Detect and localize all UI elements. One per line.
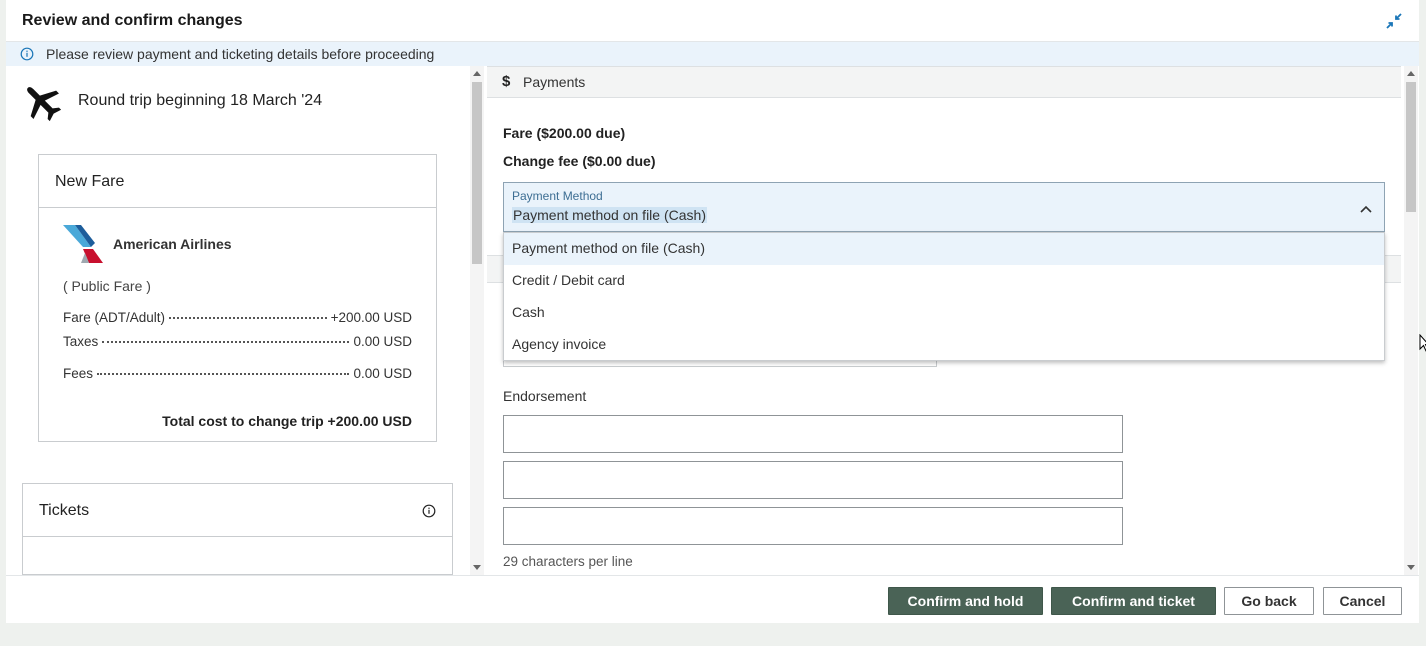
fare-row-fees: Fees 0.00 USD <box>63 366 412 381</box>
trip-title: Round trip beginning 18 March '24 <box>78 92 323 109</box>
dialog-title: Review and confirm changes <box>22 12 243 29</box>
endorsement-line-2[interactable] <box>503 461 1123 499</box>
fare-row-taxes: Taxes 0.00 USD <box>63 334 412 349</box>
confirm-and-hold-button[interactable]: Confirm and hold <box>888 587 1043 615</box>
scrollbar-thumb[interactable] <box>1406 82 1416 212</box>
fare-row-amount: 0.00 USD <box>353 334 412 349</box>
info-icon <box>20 47 34 61</box>
scroll-down-arrow-icon[interactable] <box>1407 565 1415 570</box>
payment-option-on-file[interactable]: Payment method on file (Cash) <box>504 233 1384 265</box>
scroll-up-arrow-icon[interactable] <box>1407 71 1415 76</box>
leader-dots <box>97 373 350 375</box>
total-cost: Total cost to change trip +200.00 USD <box>162 413 412 429</box>
dollar-icon: $ <box>502 73 511 90</box>
tickets-heading: Tickets <box>23 484 452 537</box>
tickets-card: Tickets <box>22 483 453 575</box>
right-scrollbar[interactable] <box>1404 66 1418 575</box>
payments-header: $ Payments <box>487 66 1401 98</box>
payment-method-menu: Payment method on file (Cash) Credit / D… <box>503 232 1385 361</box>
payment-method-label: Payment Method <box>512 189 603 203</box>
american-airlines-logo-icon <box>63 225 103 263</box>
fare-row-label: Fare (ADT/Adult) <box>63 310 166 325</box>
endorsement-line-1[interactable] <box>503 415 1123 453</box>
tickets-heading-label: Tickets <box>39 502 90 519</box>
dialog-header: Review and confirm changes <box>6 0 1419 42</box>
change-fee-due: Change fee ($0.00 due) <box>503 153 656 169</box>
dialog-footer: Confirm and hold Confirm and ticket Go b… <box>6 575 1419 623</box>
fare-due: Fare ($200.00 due) <box>503 125 626 141</box>
chevron-up-icon[interactable] <box>1360 205 1372 213</box>
payment-option-cash[interactable]: Cash <box>504 297 1384 329</box>
leader-dots <box>169 317 327 319</box>
new-fare-heading: New Fare <box>39 155 436 208</box>
new-fare-card: New Fare American Airlines ( Public Fare… <box>38 154 437 442</box>
leader-dots <box>102 341 350 343</box>
mouse-cursor-icon <box>1419 334 1426 352</box>
scroll-down-arrow-icon[interactable] <box>473 565 481 570</box>
airline-name: American Airlines <box>113 236 232 252</box>
collapse-icon[interactable] <box>1385 12 1403 30</box>
scrollbar-thumb[interactable] <box>472 82 482 264</box>
cancel-button[interactable]: Cancel <box>1323 587 1402 615</box>
go-back-button[interactable]: Go back <box>1224 587 1314 615</box>
fare-row-amount: 0.00 USD <box>353 366 412 381</box>
fare-row-label: Taxes <box>63 334 99 349</box>
payment-method-value: Payment method on file (Cash) <box>512 207 707 223</box>
trip-summary-panel: Round trip beginning 18 March '24 New Fa… <box>6 66 488 575</box>
endorsement-line-3[interactable] <box>503 507 1123 545</box>
info-bar: Please review payment and ticketing deta… <box>6 42 1419 66</box>
payment-option-card[interactable]: Credit / Debit card <box>504 265 1384 297</box>
fare-row-label: Fees <box>63 366 94 381</box>
fare-row-amount: +200.00 USD <box>330 310 412 325</box>
airplane-icon <box>27 87 62 122</box>
payments-title: Payments <box>523 74 586 90</box>
endorsement-hint: 29 characters per line <box>503 554 633 569</box>
scroll-up-arrow-icon[interactable] <box>473 71 481 76</box>
info-message: Please review payment and ticketing deta… <box>46 46 435 62</box>
fare-type: ( Public Fare ) <box>63 278 151 294</box>
info-icon[interactable] <box>422 504 436 518</box>
fare-row-fare: Fare (ADT/Adult) +200.00 USD <box>63 310 412 325</box>
endorsement-label: Endorsement <box>503 388 587 404</box>
left-scrollbar[interactable] <box>470 66 484 575</box>
confirm-and-ticket-button[interactable]: Confirm and ticket <box>1051 587 1216 615</box>
payment-method-select[interactable]: Payment Method Payment method on file (C… <box>503 182 1385 232</box>
payment-option-invoice[interactable]: Agency invoice <box>504 329 1384 361</box>
